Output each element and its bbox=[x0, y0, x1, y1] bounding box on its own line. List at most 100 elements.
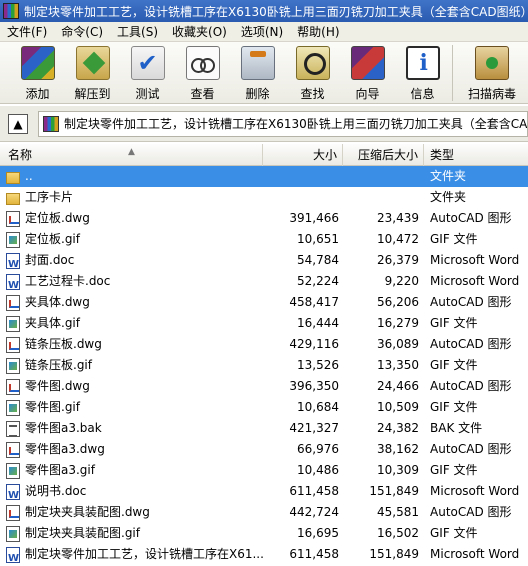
column-name-label: 名称 bbox=[8, 148, 33, 162]
file-packed-size: 38,162 bbox=[377, 442, 419, 456]
address-bar: ▲ 制定块零件加工工艺，设计铣槽工序在X6130卧铣上用三面刃铣刀加工夹具（全套… bbox=[0, 106, 528, 142]
column-size-header[interactable]: 大小 bbox=[263, 144, 343, 166]
file-type: Microsoft Word bbox=[430, 484, 520, 498]
file-name: 零件图.gif bbox=[25, 400, 80, 414]
file-name: 制定块夹具装配图.gif bbox=[25, 526, 140, 540]
delete-bin-icon bbox=[240, 46, 275, 80]
file-name-cell: 制定块夹具装配图.dwg bbox=[6, 502, 263, 523]
menu-options[interactable]: 选项(N) bbox=[234, 23, 290, 40]
file-size: 611,458 bbox=[289, 547, 339, 561]
file-name: 定位板.dwg bbox=[25, 211, 90, 225]
file-name-cell: .. bbox=[6, 166, 263, 187]
find-button[interactable]: 查找 bbox=[285, 42, 340, 102]
wizard-button[interactable]: 向导 bbox=[340, 42, 395, 102]
find-binoculars-icon bbox=[295, 46, 330, 80]
file-name: 夹具体.dwg bbox=[25, 295, 90, 309]
file-packed-size: 23,439 bbox=[377, 211, 419, 225]
file-row[interactable]: 制定块零件加工工艺，设计铣槽工序在X61... 611,458 151,849 Mic… bbox=[0, 544, 528, 565]
backup-file-icon bbox=[6, 420, 20, 437]
file-type: GIF 文件 bbox=[430, 316, 478, 330]
file-name: .. bbox=[25, 169, 33, 183]
file-size: 10,684 bbox=[297, 400, 339, 414]
column-type-label: 类型 bbox=[430, 148, 455, 162]
file-type: Microsoft Word bbox=[430, 274, 520, 288]
file-row[interactable]: 链条压板.dwg 429,116 36,089 AutoCAD 图形 bbox=[0, 334, 528, 355]
file-name-cell: 零件图.dwg bbox=[6, 376, 263, 397]
file-size: 611,458 bbox=[289, 484, 339, 498]
toolbar: 添加 解压到 测试 查看 删除 查找 向导 信息 扫描病毒 bbox=[0, 42, 528, 104]
file-row[interactable]: 工艺过程卡.doc 52,224 9,220 Microsoft Word bbox=[0, 271, 528, 292]
file-name-cell: 定位板.dwg bbox=[6, 208, 263, 229]
column-packed-header[interactable]: 压缩后大小 bbox=[343, 144, 424, 166]
file-row[interactable]: 零件图.gif 10,684 10,509 GIF 文件 bbox=[0, 397, 528, 418]
file-packed-size: 24,466 bbox=[377, 379, 419, 393]
test-icon bbox=[130, 46, 165, 80]
file-name: 链条压板.dwg bbox=[25, 337, 102, 351]
file-packed-size: 13,350 bbox=[377, 358, 419, 372]
column-name-header[interactable]: 名称 ▲ bbox=[0, 144, 263, 166]
menu-commands[interactable]: 命令(C) bbox=[54, 23, 110, 40]
info-button[interactable]: 信息 bbox=[395, 42, 450, 102]
file-packed-size: 10,472 bbox=[377, 232, 419, 246]
file-size: 66,976 bbox=[297, 442, 339, 456]
menu-favorites[interactable]: 收藏夹(O) bbox=[165, 23, 234, 40]
file-row[interactable]: 链条压板.gif 13,526 13,350 GIF 文件 bbox=[0, 355, 528, 376]
file-row[interactable]: .. 文件夹 bbox=[0, 166, 528, 187]
autocad-file-icon bbox=[6, 336, 20, 353]
virus-scan-button[interactable]: 扫描病毒 bbox=[459, 42, 525, 102]
file-size: 10,486 bbox=[297, 463, 339, 477]
file-name: 链条压板.gif bbox=[25, 358, 92, 372]
address-field[interactable]: 制定块零件加工工艺，设计铣槽工序在X6130卧铣上用三面刃铣刀加工夹具（全套含C… bbox=[38, 110, 528, 137]
file-size: 391,466 bbox=[289, 211, 339, 225]
file-type: GIF 文件 bbox=[430, 358, 478, 372]
file-row[interactable]: 制定块夹具装配图.dwg 442,724 45,581 AutoCAD 图形 bbox=[0, 502, 528, 523]
view-button[interactable]: 查看 bbox=[175, 42, 230, 102]
file-type: BAK 文件 bbox=[430, 421, 483, 435]
file-size bbox=[263, 187, 339, 208]
autocad-file-icon bbox=[6, 441, 20, 458]
delete-button[interactable]: 删除 bbox=[230, 42, 285, 102]
file-name-cell: 零件图a3.gif bbox=[6, 460, 263, 481]
file-size: 16,444 bbox=[297, 316, 339, 330]
file-row[interactable]: 夹具体.dwg 458,417 56,206 AutoCAD 图形 bbox=[0, 292, 528, 313]
file-row[interactable]: 零件图.dwg 396,350 24,466 AutoCAD 图形 bbox=[0, 376, 528, 397]
file-name-cell: 定位板.gif bbox=[6, 229, 263, 250]
file-row[interactable]: 封面.doc 54,784 26,379 Microsoft Word bbox=[0, 250, 528, 271]
file-size: 52,224 bbox=[297, 274, 339, 288]
file-row[interactable]: 制定块夹具装配图.gif 16,695 16,502 GIF 文件 bbox=[0, 523, 528, 544]
file-name-cell: 制定块零件加工工艺，设计铣槽工序在X61... bbox=[6, 544, 263, 565]
menu-tools[interactable]: 工具(S) bbox=[110, 23, 165, 40]
file-packed-size: 45,581 bbox=[377, 505, 419, 519]
gif-image-icon bbox=[6, 357, 20, 374]
file-list: .. 文件夹 工序卡片 文件夹定位板.dwg 391,466 23,439 AutoCAD … bbox=[0, 166, 528, 566]
file-row[interactable]: 定位板.dwg 391,466 23,439 AutoCAD 图形 bbox=[0, 208, 528, 229]
up-folder-button[interactable]: ▲ bbox=[8, 113, 28, 134]
delete-button-label: 删除 bbox=[245, 87, 270, 101]
list-header: 名称 ▲ 大小 压缩后大小 类型 bbox=[0, 144, 528, 166]
winrar-app-icon bbox=[3, 3, 19, 19]
file-row[interactable]: 零件图a3.dwg 66,976 38,162 AutoCAD 图形 bbox=[0, 439, 528, 460]
file-row[interactable]: 工序卡片 文件夹 bbox=[0, 187, 528, 208]
file-row[interactable]: 零件图a3.bak 421,327 24,382 BAK 文件 bbox=[0, 418, 528, 439]
file-packed-size: 26,379 bbox=[377, 253, 419, 267]
file-name: 夹具体.gif bbox=[25, 316, 80, 330]
add-button[interactable]: 添加 bbox=[10, 42, 65, 102]
menu-help[interactable]: 帮助(H) bbox=[290, 23, 346, 40]
test-button[interactable]: 测试 bbox=[120, 42, 175, 102]
file-row[interactable]: 定位板.gif 10,651 10,472 GIF 文件 bbox=[0, 229, 528, 250]
extract-to-button[interactable]: 解压到 bbox=[65, 42, 120, 102]
file-row[interactable]: 零件图a3.gif 10,486 10,309 GIF 文件 bbox=[0, 460, 528, 481]
autocad-file-icon bbox=[6, 378, 20, 395]
find-button-label: 查找 bbox=[300, 87, 325, 101]
column-type-header[interactable]: 类型 bbox=[424, 144, 528, 166]
info-icon bbox=[405, 46, 440, 80]
column-packed-label: 压缩后大小 bbox=[357, 148, 418, 162]
column-size-label: 大小 bbox=[312, 148, 337, 162]
extract-button-label: 解压到 bbox=[74, 87, 111, 101]
menu-file[interactable]: 文件(F) bbox=[0, 23, 54, 40]
file-row[interactable]: 说明书.doc 611,458 151,849 Microsoft Word bbox=[0, 481, 528, 502]
file-type: AutoCAD 图形 bbox=[430, 211, 512, 225]
file-row[interactable]: 夹具体.gif 16,444 16,279 GIF 文件 bbox=[0, 313, 528, 334]
file-name: 定位板.gif bbox=[25, 232, 80, 246]
virus-scan-icon bbox=[475, 46, 509, 80]
